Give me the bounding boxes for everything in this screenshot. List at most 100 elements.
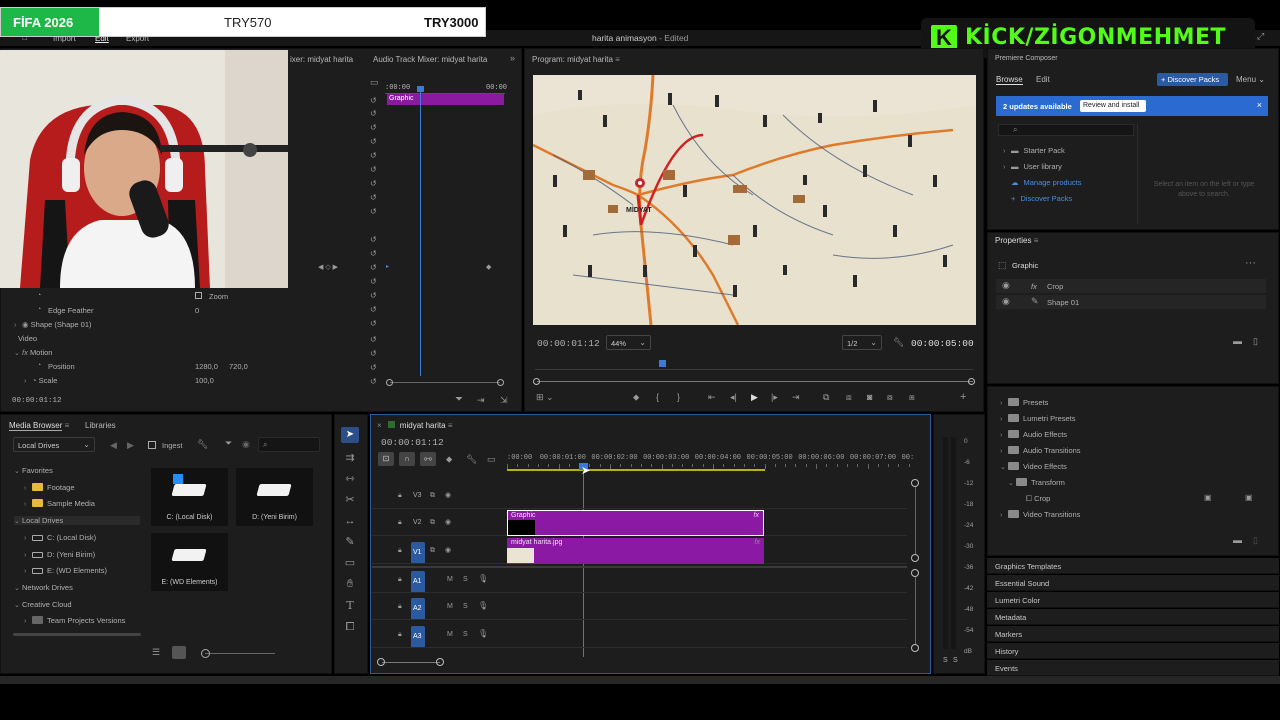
camera-icon[interactable]: ◙ bbox=[867, 393, 872, 402]
stopwatch-icon[interactable]: ◔ bbox=[37, 362, 41, 369]
export-icon[interactable]: ⇲ bbox=[500, 396, 508, 405]
reset-icon[interactable]: ↺ bbox=[370, 236, 377, 244]
reset-icon[interactable]: ↺ bbox=[370, 336, 377, 344]
tree-item[interactable]: › Footage bbox=[24, 482, 75, 492]
position-y[interactable]: 720,0 bbox=[229, 362, 248, 371]
discover-packs-button[interactable]: + Discover Packs bbox=[1157, 73, 1228, 86]
track-target[interactable]: A2 bbox=[411, 598, 425, 620]
chevron-right-icon[interactable]: › bbox=[24, 568, 32, 575]
eye-icon[interactable]: ◉ bbox=[445, 492, 451, 499]
effects-item[interactable]: › Presets bbox=[1000, 398, 1048, 407]
composer-item[interactable]: › ▬ User library bbox=[1003, 162, 1062, 171]
reset-icon[interactable]: ↺ bbox=[370, 208, 377, 216]
timeline-vscroll-top[interactable] bbox=[911, 479, 919, 487]
panel-menu-icon[interactable]: ≡ bbox=[1034, 236, 1039, 245]
chevron-down-icon[interactable]: ⌄ bbox=[1008, 479, 1016, 487]
chevron-down-icon[interactable]: ⌄ bbox=[14, 467, 22, 475]
chevron-right-icon[interactable]: › bbox=[1000, 416, 1008, 423]
rectangle-tool[interactable]: ▭ bbox=[339, 552, 361, 574]
chevron-right-icon[interactable]: › bbox=[24, 378, 32, 385]
export-icon[interactable]: ⇥ bbox=[477, 396, 485, 405]
reset-icon[interactable]: ↺ bbox=[370, 138, 377, 146]
solo-left[interactable]: S bbox=[943, 657, 948, 664]
position-x[interactable]: 1280,0 bbox=[195, 362, 218, 371]
tree-item[interactable]: › Sample Media bbox=[24, 499, 95, 508]
drive-tile[interactable]: E: (WD Elements) bbox=[151, 533, 228, 591]
composer-item[interactable]: › ▬ Starter Pack bbox=[1003, 146, 1065, 155]
lift-icon[interactable]: ⧉ bbox=[823, 393, 829, 402]
solo-button[interactable]: S bbox=[463, 631, 468, 638]
reset-icon[interactable]: ↺ bbox=[370, 350, 377, 358]
linked-selection-toggle[interactable]: ⧟ bbox=[420, 452, 436, 466]
tree-item[interactable]: › C: (Local Disk) bbox=[24, 533, 96, 542]
lock-icon[interactable]: 🔒︎ bbox=[398, 631, 402, 638]
collapsed-panel-header[interactable]: Events bbox=[987, 660, 1279, 676]
shape-row[interactable]: › ◉ Shape (Shape 01) bbox=[14, 320, 92, 329]
back-icon[interactable]: ◀ bbox=[110, 441, 117, 450]
go-to-in-icon[interactable]: ⇤ bbox=[708, 393, 716, 402]
composer-tab-browse[interactable]: Browse bbox=[996, 75, 1023, 85]
chevron-right-icon[interactable]: › bbox=[24, 618, 32, 625]
program-playhead[interactable] bbox=[659, 360, 667, 367]
fullscreen-icon[interactable]: ⤢ bbox=[1257, 32, 1264, 41]
reset-icon[interactable]: ↺ bbox=[370, 194, 377, 202]
reset-icon[interactable]: ↺ bbox=[370, 292, 377, 300]
collapsed-panel-header[interactable]: History bbox=[987, 643, 1279, 659]
review-install-button[interactable]: Review and install bbox=[1080, 100, 1146, 112]
reset-icon[interactable]: ↺ bbox=[370, 166, 377, 174]
play-icon[interactable]: ▶ bbox=[751, 393, 758, 402]
mute-button[interactable]: M bbox=[447, 603, 453, 610]
track-target[interactable]: A1 bbox=[411, 571, 425, 593]
reset-icon[interactable]: ↺ bbox=[370, 152, 377, 160]
keyframe-icon[interactable]: ◆ bbox=[486, 264, 491, 271]
mute-button[interactable]: M bbox=[447, 631, 453, 638]
local-drives-select[interactable]: Local Drives ⌄ bbox=[13, 437, 95, 452]
reset-icon[interactable]: ↺ bbox=[370, 264, 377, 272]
caption-tool[interactable]: ⧠ bbox=[339, 616, 361, 638]
eye-icon[interactable]: ◉ bbox=[1002, 297, 1010, 306]
razor-tool[interactable]: ✂︎ bbox=[339, 489, 361, 511]
panel-menu-icon[interactable]: ≡ bbox=[65, 421, 70, 430]
scale-row[interactable]: › ◔ Scale bbox=[24, 376, 57, 385]
chevron-right-icon[interactable]: › bbox=[1000, 432, 1008, 439]
reset-icon[interactable]: ↺ bbox=[370, 378, 377, 386]
chevron-right-icon[interactable]: › bbox=[1003, 164, 1011, 171]
program-scroll-left[interactable] bbox=[533, 378, 540, 385]
zoom-checkbox[interactable] bbox=[195, 292, 202, 299]
chevron-down-icon[interactable]: ⌄ bbox=[14, 584, 22, 592]
chevron-right-icon[interactable]: › bbox=[24, 485, 32, 492]
tree-item[interactable]: ⌄ Creative Cloud bbox=[14, 600, 72, 609]
effects-item[interactable]: › Audio Transitions bbox=[1000, 446, 1081, 455]
effects-item[interactable]: › Video Transitions bbox=[1000, 510, 1080, 519]
sync-lock-icon[interactable]: ⧉ bbox=[430, 492, 435, 499]
extract-icon[interactable]: ⧈ bbox=[846, 393, 852, 402]
reset-icon[interactable]: ↺ bbox=[370, 97, 377, 105]
wrench-icon[interactable]: 🔧︎ bbox=[893, 338, 904, 347]
close-icon[interactable]: × bbox=[1257, 100, 1262, 110]
stopwatch-icon[interactable]: ◔ bbox=[37, 292, 41, 299]
hand-tool[interactable]: ✋︎ bbox=[339, 573, 361, 595]
eye-icon[interactable]: ◉ bbox=[445, 547, 451, 554]
timeline-vscroll-top-audio[interactable] bbox=[911, 569, 919, 577]
motion-row[interactable]: ⌄ fx Motion bbox=[14, 348, 52, 357]
stopwatch-icon[interactable]: ◔ bbox=[37, 306, 41, 313]
collapsed-panel-header[interactable]: Metadata bbox=[987, 609, 1279, 625]
list-view-icon[interactable]: ☰ bbox=[152, 648, 160, 657]
ec-scroll-handle-left[interactable] bbox=[386, 379, 393, 386]
chevron-down-icon[interactable]: ⌄ bbox=[1000, 463, 1008, 471]
close-icon[interactable]: × bbox=[377, 421, 382, 430]
ec-playhead-handle[interactable] bbox=[417, 86, 424, 92]
lock-icon[interactable]: 🔒︎ bbox=[398, 547, 402, 554]
search-input[interactable]: ⌕ bbox=[258, 437, 320, 452]
snap-toggle[interactable]: ∩ bbox=[399, 452, 415, 466]
effects-item[interactable]: › Audio Effects bbox=[1000, 430, 1067, 439]
new-bin-icon[interactable]: ▬ bbox=[1233, 536, 1242, 545]
timeline-hscroll-track[interactable] bbox=[382, 662, 440, 663]
collapsed-panel-header[interactable]: Markers bbox=[987, 626, 1279, 642]
mute-button[interactable]: M bbox=[447, 576, 453, 583]
timeline-hscroll-left[interactable] bbox=[377, 658, 385, 666]
track-target[interactable]: V2 bbox=[411, 514, 425, 530]
reset-icon[interactable]: ↺ bbox=[370, 180, 377, 188]
track-target[interactable]: V1 bbox=[411, 542, 425, 564]
nest-toggle[interactable]: ⊡ bbox=[378, 452, 394, 466]
